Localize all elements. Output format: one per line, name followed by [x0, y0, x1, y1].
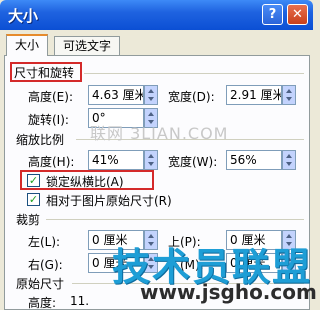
- section-crop: 裁剪: [16, 213, 41, 227]
- divider: [84, 73, 304, 74]
- spin-down-icon[interactable]: [148, 162, 154, 166]
- relative-label[interactable]: 相对于图片原始尺寸(R): [46, 192, 172, 209]
- scale-height-label: 高度(H):: [28, 155, 75, 169]
- scale-height-spinner[interactable]: [144, 150, 158, 170]
- rotate-label: 旋转(I):: [28, 113, 69, 127]
- window-title: 大小: [8, 7, 39, 25]
- watermark-url: www.jsgho.com: [140, 280, 317, 304]
- relative-checkbox[interactable]: ✓: [27, 193, 40, 206]
- spin-down-icon[interactable]: [286, 97, 292, 101]
- crop-left-label: 左(L):: [28, 235, 61, 249]
- crop-right-label: 右(G):: [28, 258, 63, 272]
- spin-up-icon[interactable]: [148, 89, 154, 93]
- title-bar[interactable]: 大小 ? ✕: [0, 0, 313, 30]
- help-button[interactable]: ?: [262, 4, 283, 25]
- height-input[interactable]: 4.63 厘米: [88, 85, 144, 105]
- original-height-value: 11.: [70, 294, 90, 308]
- scale-width-label: 宽度(W):: [168, 155, 218, 169]
- spin-up-icon[interactable]: [286, 89, 292, 93]
- section-size-rotate: 尺寸和旋转: [14, 66, 75, 80]
- lock-ratio-label[interactable]: 锁定纵横比(A): [46, 173, 124, 190]
- width-input[interactable]: 2.91 厘米: [226, 85, 282, 105]
- section-scale: 缩放比例: [16, 133, 65, 147]
- spin-down-icon[interactable]: [286, 162, 292, 166]
- scale-height-input[interactable]: 41%: [88, 150, 144, 170]
- spin-down-icon[interactable]: [148, 97, 154, 101]
- scale-width-spinner[interactable]: [282, 150, 296, 170]
- tab-size[interactable]: 大小: [6, 34, 49, 56]
- divider: [46, 219, 304, 220]
- width-spinner[interactable]: [282, 85, 296, 105]
- width-label: 宽度(D):: [168, 90, 215, 104]
- spin-up-icon[interactable]: [148, 112, 154, 116]
- tab-alt-text[interactable]: 可选文字: [54, 36, 121, 56]
- spin-up-icon[interactable]: [148, 154, 154, 158]
- close-button[interactable]: ✕: [287, 4, 308, 25]
- height-label: 高度(E):: [28, 90, 73, 104]
- watermark-3lian: 联网 3LIAN.COM: [90, 124, 229, 143]
- height-spinner[interactable]: [144, 85, 158, 105]
- scale-width-input[interactable]: 56%: [226, 150, 282, 170]
- lock-ratio-checkbox[interactable]: ✓: [27, 174, 40, 187]
- original-height-label: 高度:: [28, 296, 57, 310]
- section-original: 原始尺寸: [16, 277, 65, 291]
- spin-up-icon[interactable]: [286, 154, 292, 158]
